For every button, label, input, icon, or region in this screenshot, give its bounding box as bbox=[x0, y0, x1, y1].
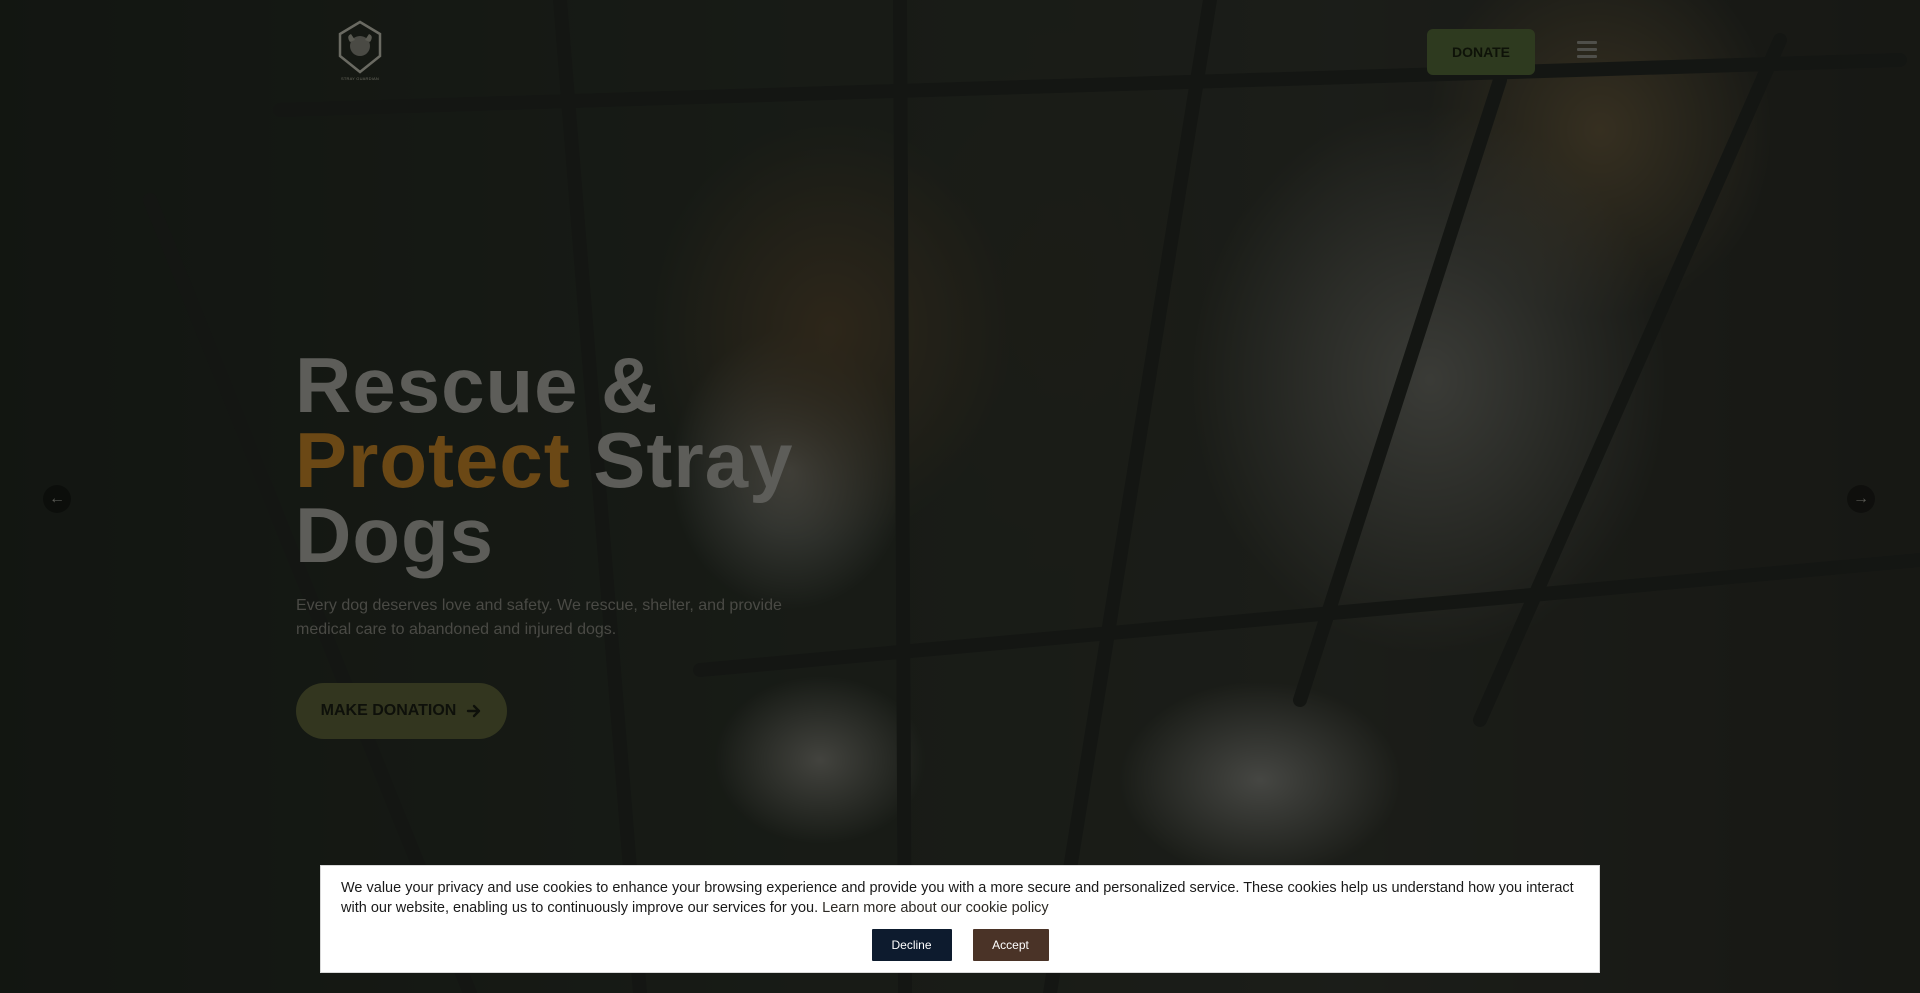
hero-description: Every dog deserves love and safety. We r… bbox=[296, 597, 782, 638]
headline-rest: Stray bbox=[593, 416, 794, 504]
accept-button[interactable]: Accept bbox=[972, 929, 1049, 961]
make-donation-label: MAKE DONATION bbox=[320, 702, 457, 719]
arrow-right-icon[interactable]: → bbox=[1847, 485, 1875, 513]
logo-text: STRAY GUARDIAN bbox=[341, 76, 379, 81]
cookie-banner: We value your privacy and use cookies to… bbox=[320, 865, 1600, 973]
cookie-actions: Decline Accept bbox=[321, 929, 1599, 961]
arrow-left-icon[interactable]: ← bbox=[43, 485, 71, 513]
hero-headline: Rescue & Protect Stray Dogs bbox=[295, 346, 855, 574]
make-donation-button[interactable]: MAKE DONATION bbox=[296, 683, 507, 739]
hamburger-menu-icon[interactable] bbox=[1577, 41, 1597, 60]
site-logo[interactable]: STRAY GUARDIAN bbox=[336, 20, 384, 82]
dog-shield-icon bbox=[338, 20, 382, 74]
arrow-right-icon bbox=[467, 704, 481, 718]
cookie-message: We value your privacy and use cookies to… bbox=[341, 878, 1579, 918]
decline-button[interactable]: Decline bbox=[871, 929, 952, 961]
headline-line-3: Dogs bbox=[295, 491, 494, 579]
cookie-policy-link[interactable]: Learn more about our cookie policy bbox=[822, 900, 1049, 916]
hero-background-image bbox=[0, 0, 1920, 993]
dark-overlay bbox=[0, 0, 1920, 993]
donate-button[interactable]: DONATE bbox=[1427, 29, 1535, 75]
